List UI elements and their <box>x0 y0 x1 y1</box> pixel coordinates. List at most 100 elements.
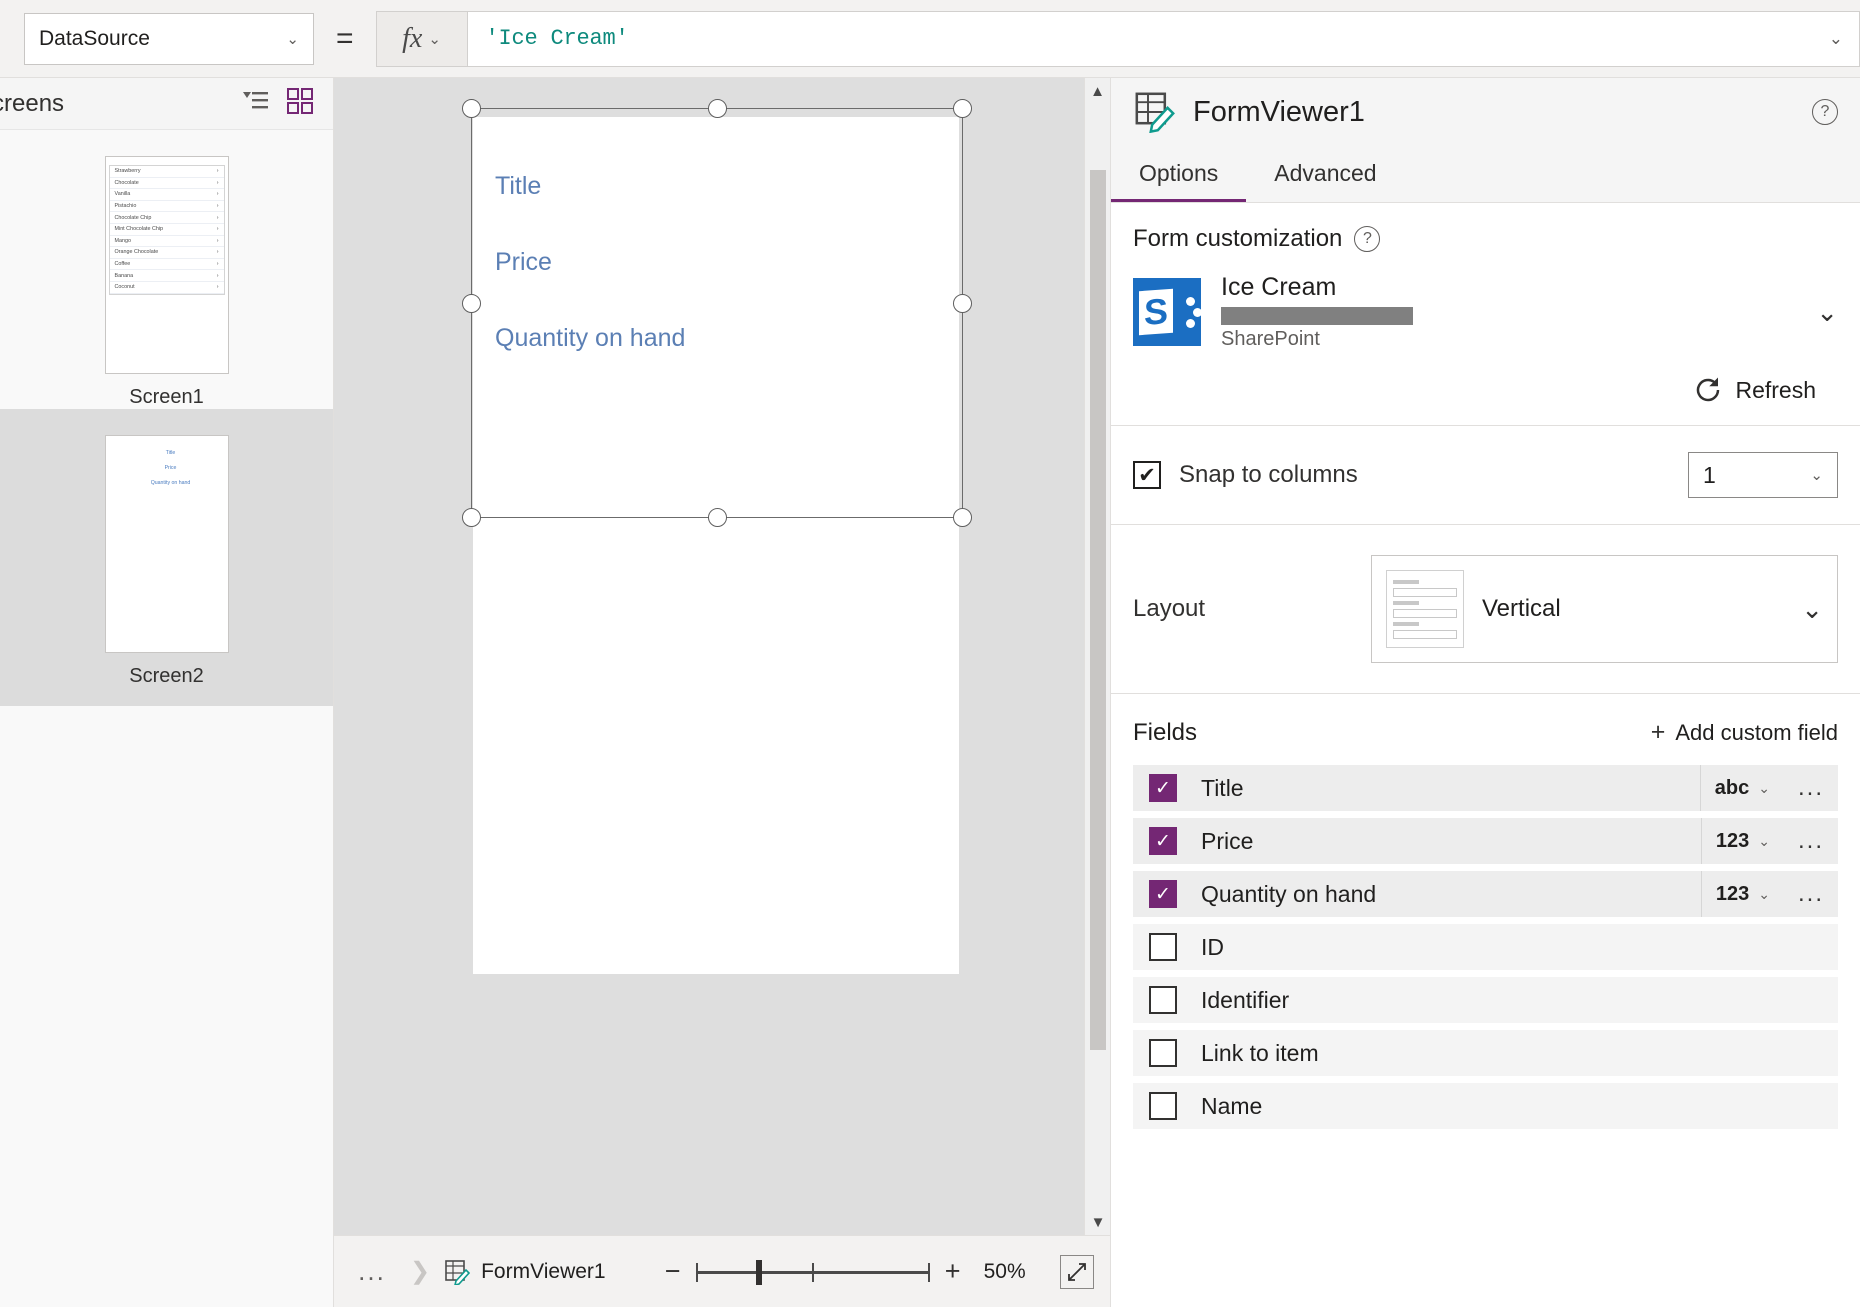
field-type-select[interactable]: abc⌄ <box>1700 765 1784 811</box>
resize-handle-bottom-right[interactable] <box>953 508 972 527</box>
field-row[interactable]: Price123⌄... <box>1133 818 1838 864</box>
more-options-button[interactable]: ... <box>334 1256 410 1287</box>
refresh-label: Refresh <box>1735 377 1816 404</box>
field-row[interactable]: Link to item <box>1133 1030 1838 1076</box>
grid-view-icon[interactable] <box>287 88 313 119</box>
field-row[interactable]: ID <box>1133 924 1838 970</box>
resize-handle-middle-right[interactable] <box>953 294 972 313</box>
help-icon[interactable]: ? <box>1812 99 1838 125</box>
chevron-down-icon: ⌄ <box>1758 833 1770 850</box>
field-checkbox[interactable] <box>1149 1092 1177 1120</box>
field-checkbox[interactable] <box>1149 880 1177 908</box>
resize-handle-top-right[interactable] <box>953 99 972 118</box>
layout-select[interactable]: Vertical ⌄ <box>1371 555 1838 663</box>
field-type-select[interactable]: 123⌄ <box>1701 871 1784 917</box>
selection-box[interactable] <box>471 108 963 518</box>
scroll-down-icon[interactable]: ▼ <box>1085 1209 1111 1235</box>
field-checkbox[interactable] <box>1149 1039 1177 1067</box>
form-icon <box>1133 91 1177 133</box>
zoom-percentage: 50% <box>984 1260 1040 1284</box>
scrollbar-thumb[interactable] <box>1090 170 1106 1050</box>
breadcrumb-formviewer[interactable]: FormViewer1 <box>444 1259 605 1285</box>
expand-icon <box>1066 1261 1088 1283</box>
columns-select[interactable]: 1 ⌄ <box>1688 452 1838 498</box>
add-custom-field-button[interactable]: + Add custom field <box>1651 718 1838 747</box>
field-row[interactable]: Quantity on hand123⌄... <box>1133 871 1838 917</box>
screens-title: creens <box>0 90 64 118</box>
screen-thumbnail-screen1[interactable]: Strawberry›Chocolate›Vanilla›Pistachio›C… <box>0 130 333 409</box>
tree-view-icon[interactable] <box>241 89 269 118</box>
resize-handle-middle-left[interactable] <box>462 294 481 313</box>
field-row[interactable]: Name <box>1133 1083 1838 1129</box>
data-source-account-redacted <box>1221 307 1413 325</box>
zoom-controls: − + 50% <box>658 1255 1094 1289</box>
formula-input[interactable]: 'Ice Cream' ⌄ <box>468 11 1860 67</box>
resize-handle-bottom-left[interactable] <box>462 508 481 527</box>
fields-title: Fields <box>1133 719 1197 747</box>
layout-row: Layout Vertical ⌄ <box>1111 525 1860 693</box>
screen2-preview: TitlePriceQuantity on hand <box>105 435 229 653</box>
chevron-down-icon: ⌄ <box>1758 886 1770 903</box>
help-icon[interactable]: ? <box>1354 226 1380 252</box>
field-type-value: abc <box>1715 777 1749 800</box>
properties-header: FormViewer1 ? <box>1111 78 1860 146</box>
field-name: ID <box>1201 934 1838 961</box>
add-custom-field-label: Add custom field <box>1675 720 1838 746</box>
data-source-type: SharePoint <box>1221 328 1788 351</box>
resize-handle-top-left[interactable] <box>462 99 481 118</box>
snap-to-columns-row: ✔ Snap to columns 1 ⌄ <box>1111 426 1860 524</box>
screen-thumbnail-screen2[interactable]: TitlePriceQuantity on hand Screen2 <box>0 409 333 706</box>
zoom-tick <box>696 1263 698 1282</box>
chevron-down-icon: ⌄ <box>1801 594 1823 625</box>
field-name: Name <box>1201 1093 1838 1120</box>
field-more-button[interactable]: ... <box>1784 774 1838 802</box>
form-thumb-label: Price <box>114 465 228 471</box>
form-thumb-label: Quantity on hand <box>114 480 228 486</box>
zoom-slider-handle[interactable] <box>756 1260 762 1285</box>
chevron-down-icon[interactable]: ⌄ <box>1816 297 1838 328</box>
tab-advanced[interactable]: Advanced <box>1246 146 1404 202</box>
properties-title: FormViewer1 <box>1193 96 1796 129</box>
field-checkbox[interactable] <box>1149 933 1177 961</box>
zoom-out-button[interactable]: − <box>658 1256 688 1287</box>
formula-text: 'Ice Cream' <box>486 26 629 51</box>
canvas-area: Title Price Quantity on hand <box>334 78 1110 1235</box>
tab-options[interactable]: Options <box>1111 146 1246 202</box>
field-checkbox[interactable] <box>1149 986 1177 1014</box>
chevron-down-icon[interactable]: ⌄ <box>1829 29 1843 49</box>
field-row[interactable]: Identifier <box>1133 977 1838 1023</box>
form-customization-heading: Form customization ? <box>1133 225 1838 253</box>
chevron-down-icon: ⌄ <box>428 30 441 48</box>
scroll-up-icon[interactable]: ▲ <box>1085 78 1110 104</box>
field-checkbox[interactable] <box>1149 827 1177 855</box>
screens-header: creens <box>0 78 333 130</box>
property-selector[interactable]: DataSource ⌄ <box>24 13 314 65</box>
data-source-card[interactable]: S Ice Cream SharePoint ⌄ <box>1133 253 1838 355</box>
field-checkbox[interactable] <box>1149 774 1177 802</box>
field-name: Link to item <box>1201 1040 1838 1067</box>
canvas-scrollbar[interactable]: ▲ ▼ <box>1084 78 1110 1235</box>
field-row[interactable]: Titleabc⌄... <box>1133 765 1838 811</box>
field-more-button[interactable]: ... <box>1784 880 1838 908</box>
resize-handle-bottom-center[interactable] <box>708 508 727 527</box>
gallery-thumb-row: Coconut› <box>110 282 224 294</box>
fx-icon: fx <box>402 23 422 55</box>
vertical-layout-icon <box>1386 570 1464 648</box>
plus-icon: + <box>1651 718 1666 747</box>
zoom-slider[interactable] <box>696 1257 930 1287</box>
screen2-caption: Screen2 <box>0 665 333 688</box>
fit-to-screen-button[interactable] <box>1060 1255 1094 1289</box>
chevron-down-icon: ⌄ <box>1810 466 1823 484</box>
snap-to-columns-checkbox[interactable]: ✔ <box>1133 461 1161 489</box>
zoom-tick <box>812 1263 814 1282</box>
field-more-button[interactable]: ... <box>1784 827 1838 855</box>
gallery-thumb-row: Mango› <box>110 236 224 248</box>
breadcrumb-separator-icon: ❯ <box>410 1257 430 1286</box>
resize-handle-top-center[interactable] <box>708 99 727 118</box>
equals-sign: = <box>336 22 354 56</box>
zoom-in-button[interactable]: + <box>938 1256 968 1287</box>
field-name: Title <box>1201 775 1700 802</box>
field-type-select[interactable]: 123⌄ <box>1701 818 1784 864</box>
fx-button[interactable]: fx ⌄ <box>376 11 468 67</box>
refresh-button[interactable]: Refresh <box>1133 355 1838 425</box>
